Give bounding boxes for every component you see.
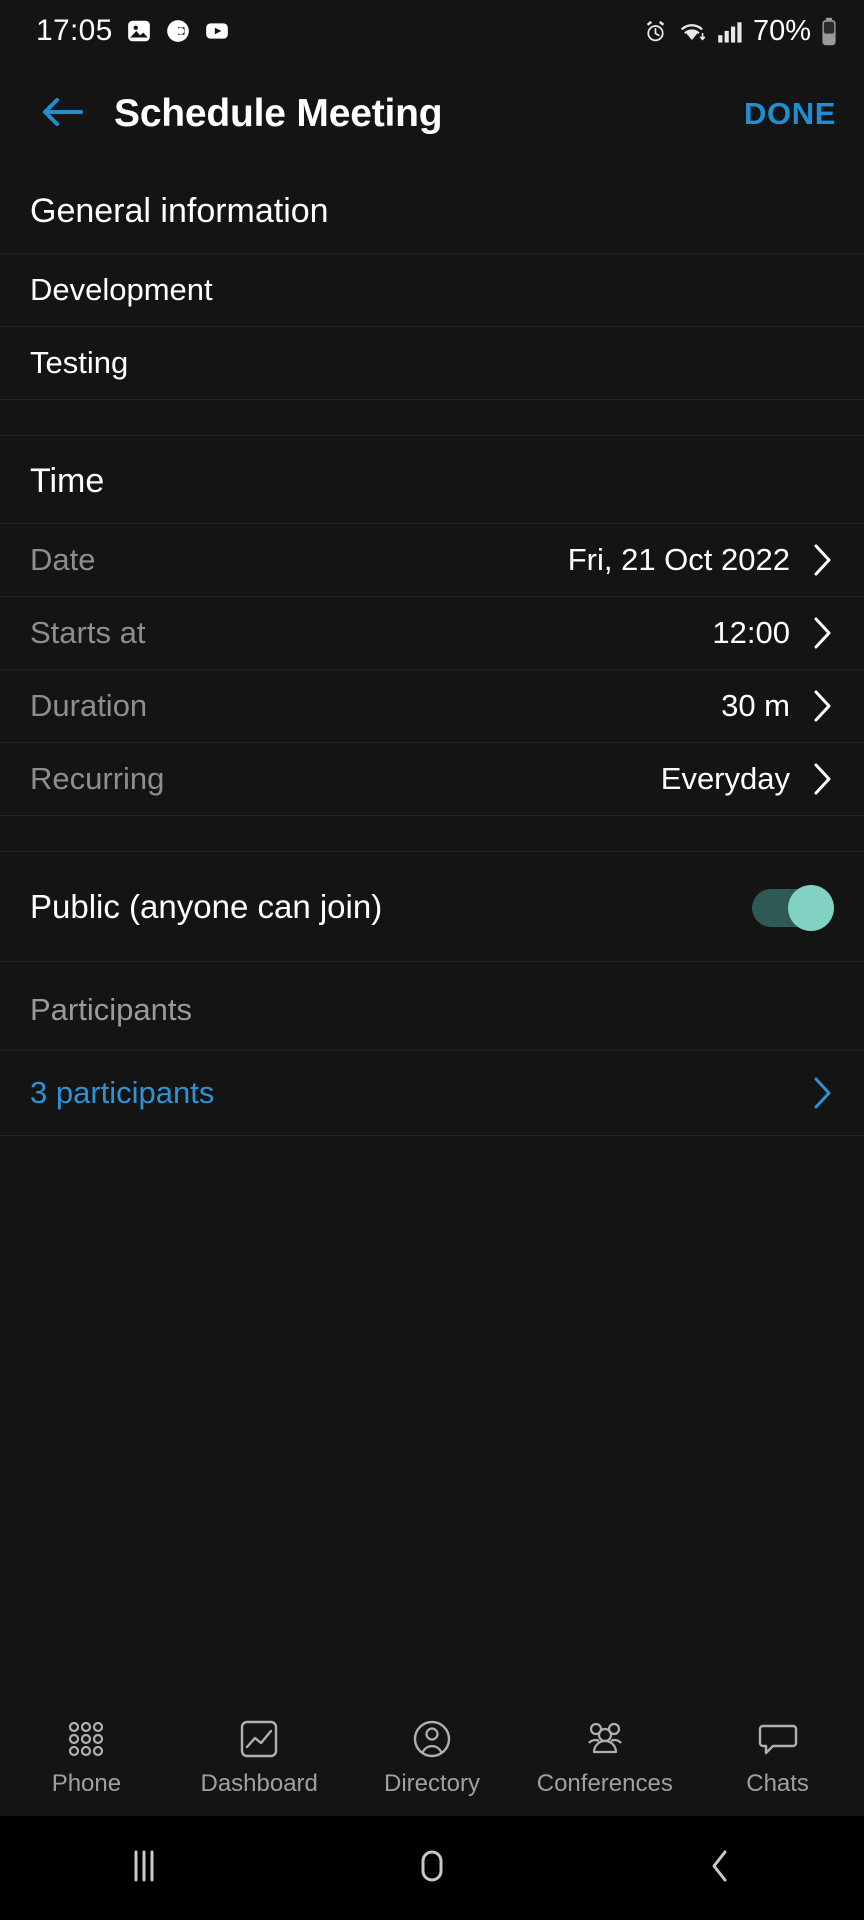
status-time: 17:05: [36, 14, 113, 47]
home-square-icon: [410, 1844, 454, 1893]
tab-phone[interactable]: Phone: [0, 1716, 173, 1798]
tab-directory[interactable]: Directory: [346, 1716, 519, 1798]
status-bar-right: 70%: [642, 15, 838, 48]
row-starts-at[interactable]: Starts at 12:00: [0, 597, 864, 670]
row-value: 12:00: [712, 615, 790, 650]
row-date[interactable]: Date Fri, 21 Oct 2022: [0, 524, 864, 597]
chevron-right-icon: [812, 689, 834, 723]
section-gap-time: [0, 400, 864, 436]
row-value: 30 m: [721, 688, 790, 723]
row-testing[interactable]: Testing: [0, 327, 864, 400]
tab-label: Phone: [51, 1770, 122, 1797]
youtube-icon: [204, 18, 230, 44]
back-chevron-icon: [703, 1844, 737, 1893]
android-nav-bar: [0, 1816, 864, 1920]
chevron-right-icon: [812, 762, 834, 796]
chevron-right-icon: [812, 616, 834, 650]
row-label: Duration: [30, 688, 148, 723]
status-bar-left: 17:05: [36, 14, 230, 48]
arrow-left-icon: [40, 93, 84, 136]
settings-list: General information Development Testing …: [0, 166, 864, 1704]
nav-recents-button[interactable]: [0, 1844, 288, 1893]
tab-label: Conferences: [536, 1770, 673, 1797]
tab-label: Directory: [383, 1770, 480, 1797]
tab-label: Chats: [746, 1770, 809, 1797]
wifi-icon: [678, 18, 708, 45]
tab-chats[interactable]: Chats: [691, 1716, 864, 1798]
recents-bars-icon: [124, 1844, 164, 1893]
row-label: Date: [30, 542, 96, 577]
signal-icon: [717, 19, 744, 44]
battery-percent-label: 70%: [752, 14, 811, 47]
chevron-right-icon: [812, 543, 834, 577]
people-group-icon: [582, 1716, 628, 1762]
nav-home-button[interactable]: [288, 1844, 576, 1893]
chart-square-icon: [236, 1716, 282, 1762]
app-header: Schedule Meeting DONE: [0, 62, 864, 166]
toggle-thumb: [788, 884, 834, 931]
row-label: Development: [30, 272, 213, 307]
tab-dashboard[interactable]: Dashboard: [173, 1716, 346, 1798]
participants-count-label: 3 participants: [30, 1075, 215, 1110]
public-toggle-switch[interactable]: [752, 884, 834, 931]
section-header-participants: Participants: [0, 962, 864, 1051]
row-recurring[interactable]: Recurring Everyday: [0, 743, 864, 816]
section-gap-public: [0, 816, 864, 852]
row-participants-link[interactable]: 3 participants: [0, 1051, 864, 1136]
row-duration[interactable]: Duration 30 m: [0, 670, 864, 743]
row-label: Starts at: [30, 615, 146, 650]
nav-back-button[interactable]: [576, 1844, 864, 1893]
speech-bubble-icon: [755, 1716, 801, 1762]
row-public-toggle[interactable]: Public (anyone can join): [0, 852, 864, 962]
row-value: Everyday: [660, 761, 790, 796]
chevron-right-icon: [812, 1076, 834, 1110]
gallery-icon: [126, 18, 152, 44]
section-header-time: Time: [0, 436, 864, 524]
status-bar: 17:05 70%: [0, 0, 864, 62]
section-header-general: General information: [0, 166, 864, 254]
public-toggle-label: Public (anyone can join): [30, 887, 383, 925]
dialpad-grid-icon: [63, 1716, 109, 1762]
bottom-tab-bar: Phone Dashboard Directory Conferences Ch…: [0, 1704, 864, 1816]
phone-screen: 17:05 70% Schedule Meeting DONE General …: [0, 0, 864, 1920]
tab-conferences[interactable]: Conferences: [518, 1716, 691, 1798]
back-button[interactable]: [34, 86, 90, 142]
tab-label: Dashboard: [200, 1770, 318, 1797]
row-value: Fri, 21 Oct 2022: [567, 542, 790, 577]
alarm-icon: [642, 18, 669, 45]
page-title: Schedule Meeting: [114, 92, 443, 135]
battery-icon: [820, 17, 838, 46]
done-button[interactable]: DONE: [742, 88, 838, 140]
person-circle-icon: [409, 1716, 455, 1762]
g-app-icon: [165, 18, 191, 44]
content-empty-area: [0, 1136, 864, 1704]
row-label: Recurring: [30, 761, 165, 796]
row-label: Testing: [30, 345, 129, 380]
row-development[interactable]: Development: [0, 254, 864, 327]
